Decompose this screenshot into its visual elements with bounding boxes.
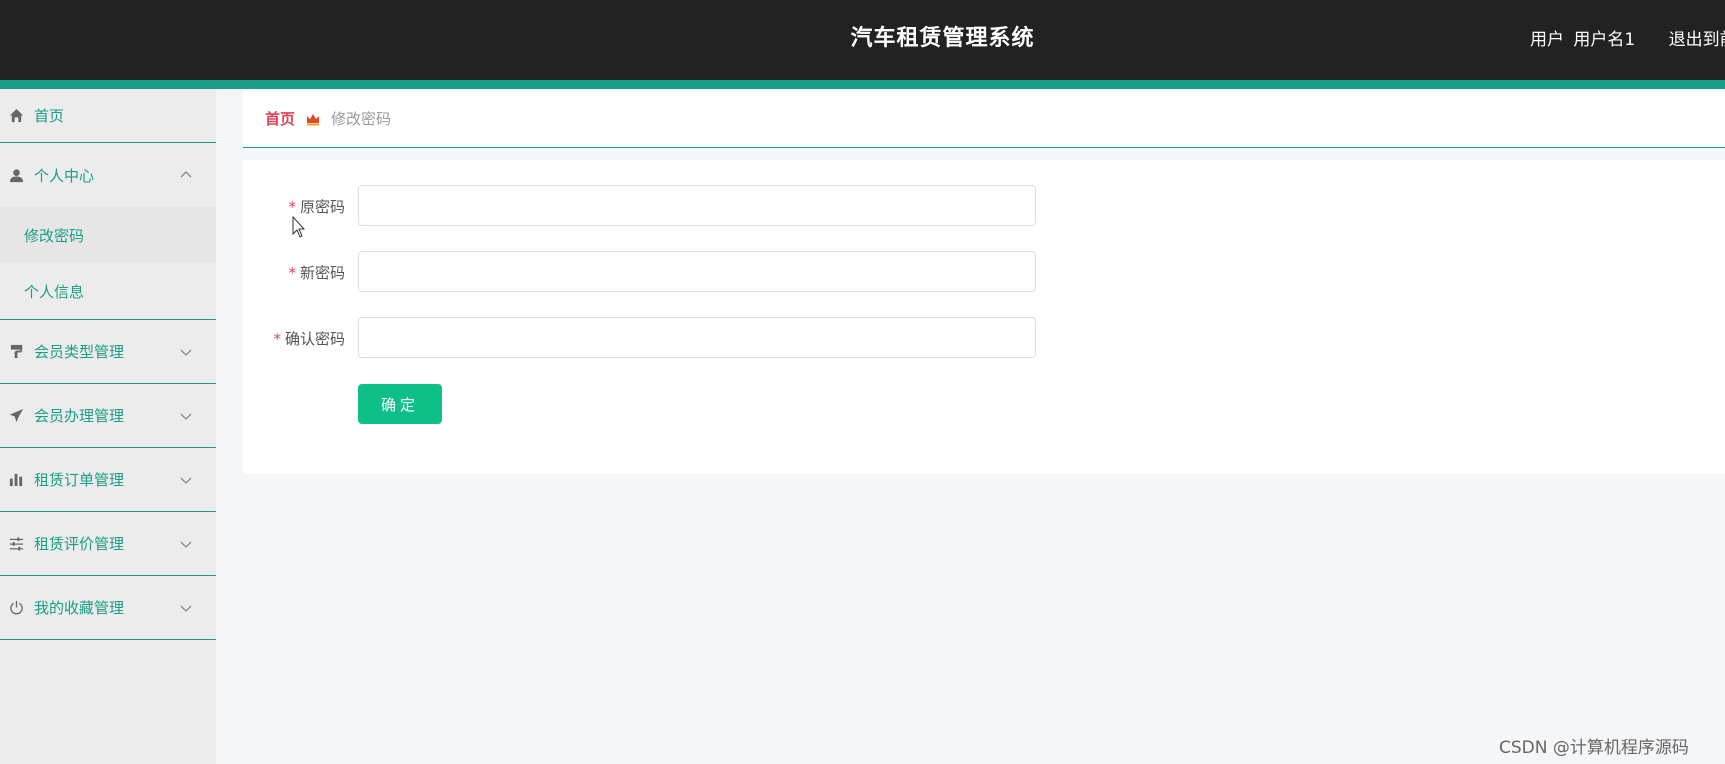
submenu-personal-center: 修改密码 个人信息 — [0, 207, 216, 320]
paint-roller-icon — [8, 344, 24, 360]
sidebar-item-rental-orders[interactable]: 租赁订单管理 — [0, 448, 216, 512]
sidebar-item-label: 会员办理管理 — [34, 407, 125, 425]
confirm-password-label: * 确认密码 — [273, 330, 345, 348]
paper-plane-icon — [8, 408, 24, 424]
chevron-down-icon — [180, 541, 192, 548]
sidebar-subitem-personal-info[interactable]: 个人信息 — [0, 263, 216, 319]
form-row-old-password: * 原密码 — [243, 185, 1725, 227]
sidebar-item-member-type[interactable]: 会员类型管理 — [0, 320, 216, 384]
home-icon — [8, 108, 24, 124]
confirm-password-field[interactable] — [358, 317, 1036, 358]
new-password-label: * 新密码 — [288, 264, 345, 282]
sidebar-item-favorites[interactable]: 我的收藏管理 — [0, 576, 216, 640]
sidebar-subitem-label: 个人信息 — [24, 282, 85, 301]
top-bar: 汽车租赁管理系统 用户 用户名1 退出到前 — [0, 0, 1725, 80]
user-role: 用户 — [1530, 30, 1564, 50]
sidebar-item-label: 租赁评价管理 — [34, 535, 125, 553]
breadcrumb-current: 修改密码 — [331, 110, 392, 128]
form-row-new-password: * 新密码 — [243, 251, 1725, 293]
sidebar-item-label: 我的收藏管理 — [34, 599, 125, 617]
sidebar-item-home[interactable]: 首页 — [0, 89, 216, 143]
sidebar-subitem-change-password[interactable]: 修改密码 — [0, 207, 216, 263]
user-name: 用户名1 — [1573, 30, 1636, 50]
sidebar-subitem-label: 修改密码 — [24, 226, 85, 245]
sidebar-item-rental-reviews[interactable]: 租赁评价管理 — [0, 512, 216, 576]
sidebar-item-label: 首页 — [34, 107, 65, 125]
breadcrumb: 首页 修改密码 — [243, 90, 1725, 148]
user-area: 用户 用户名1 退出到前 — [1530, 25, 1725, 50]
logout-link[interactable]: 退出到前 — [1669, 30, 1725, 50]
power-icon — [8, 600, 24, 616]
chevron-down-icon — [180, 413, 192, 420]
sidebar: 首页 个人中心 修改密码 个人信息 会员类型管理 会员办理管理 租赁订单管理 租… — [0, 89, 216, 764]
app-title: 汽车租赁管理系统 — [850, 26, 1035, 51]
mouse-cursor-icon — [292, 216, 306, 238]
breadcrumb-home-link[interactable]: 首页 — [265, 108, 295, 129]
top-bar-accent-line — [0, 80, 1725, 89]
form-row-confirm-password: * 确认密码 — [243, 317, 1725, 359]
old-password-field[interactable] — [358, 185, 1036, 226]
sidebar-item-membership[interactable]: 会员办理管理 — [0, 384, 216, 448]
confirm-button[interactable]: 确定 — [358, 384, 442, 424]
chevron-down-icon — [180, 477, 192, 484]
bar-chart-icon — [8, 472, 24, 488]
sidebar-item-personal-center[interactable]: 个人中心 — [0, 143, 216, 207]
sidebar-item-label: 会员类型管理 — [34, 343, 125, 361]
crown-icon — [305, 111, 321, 127]
chevron-down-icon — [180, 349, 192, 356]
chevron-down-icon — [180, 605, 192, 612]
user-icon — [8, 167, 24, 183]
new-password-field[interactable] — [358, 251, 1036, 292]
sidebar-item-label: 个人中心 — [34, 166, 95, 185]
chevron-up-icon — [180, 171, 192, 178]
change-password-form: * 原密码 * 新密码 * 确认密码 确定 — [243, 160, 1725, 474]
sidebar-item-label: 租赁订单管理 — [34, 471, 125, 489]
watermark: CSDN @计算机程序源码 — [1499, 738, 1689, 758]
sliders-icon — [8, 536, 24, 552]
old-password-label: * 原密码 — [288, 198, 345, 216]
